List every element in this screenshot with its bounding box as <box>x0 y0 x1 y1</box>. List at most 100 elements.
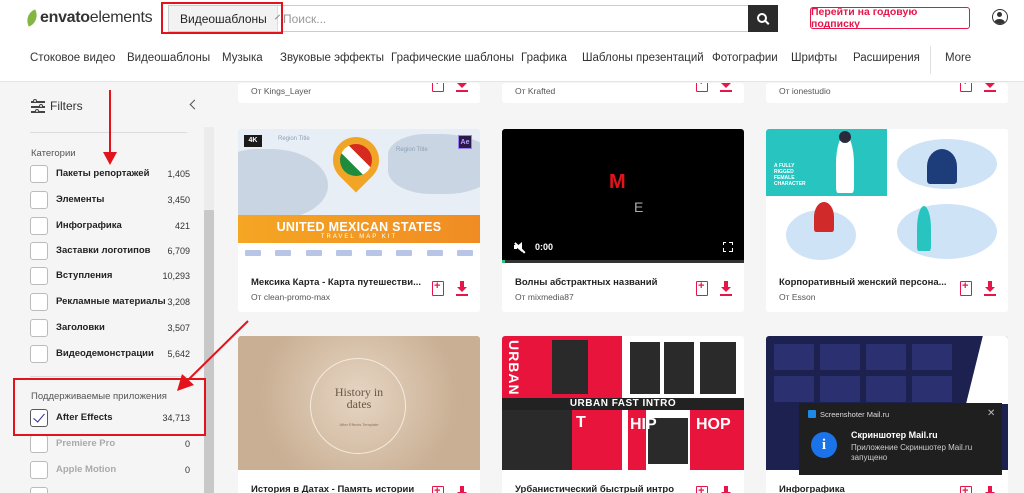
category-dropdown[interactable]: Видеошаблоны <box>169 6 280 31</box>
category-checkbox[interactable] <box>30 217 48 235</box>
category-label: Вступления <box>56 270 113 281</box>
bookmark-icon[interactable] <box>696 280 708 296</box>
card-author[interactable]: От Kings_Layer <box>251 86 311 96</box>
app-checkbox[interactable] <box>30 435 48 453</box>
card-top-row[interactable]: От Kings_Layer <box>238 83 480 103</box>
download-icon[interactable] <box>456 281 468 296</box>
presentation-scene <box>897 204 997 259</box>
download-icon[interactable] <box>456 83 468 92</box>
card-thumbnail[interactable]: A FULLY RIGGED FEMALE CHARACTER <box>766 129 1008 263</box>
card-urban-intro[interactable]: URBAN URBAN FAST INTRO T HIP HOP Урбанис… <box>502 336 744 493</box>
nav-item-music[interactable]: Музыка <box>222 52 263 64</box>
download-icon[interactable] <box>720 83 732 92</box>
card-title[interactable]: Инфографика <box>779 484 845 493</box>
category-filter[interactable]: Вступления 10,293 <box>30 267 190 285</box>
app-filter-apple-motion[interactable]: Apple Motion 0 <box>30 461 190 479</box>
category-checkbox[interactable] <box>30 319 48 337</box>
thumb-panel <box>766 196 887 263</box>
app-filter-premiere-pro[interactable]: Premiere Pro 0 <box>30 435 190 453</box>
card-abstract-titles[interactable]: M E 0:00 Волны абстрактных названий От m… <box>502 129 744 312</box>
category-checkbox[interactable] <box>30 345 48 363</box>
close-icon[interactable]: ✕ <box>987 408 995 419</box>
app-checkbox[interactable] <box>30 461 48 479</box>
bookmark-icon[interactable] <box>432 280 444 296</box>
bookmark-icon[interactable] <box>696 485 708 493</box>
card-thumbnail[interactable]: 4K Region Title Region Title Ae UNITED M… <box>238 129 480 263</box>
search-button[interactable] <box>748 5 778 32</box>
nav-item-photos[interactable]: Фотографии <box>712 52 778 64</box>
category-filter[interactable]: Видеодемонстрации 5,642 <box>30 345 190 363</box>
nav-item-presentation-templates[interactable]: Шаблоны презентаций <box>582 52 704 64</box>
bookmark-icon[interactable] <box>696 83 708 92</box>
nav-item-more[interactable]: More <box>945 52 971 64</box>
thumb-headline: History in dates <box>334 385 384 411</box>
nav-item-graphics[interactable]: Графика <box>521 52 567 64</box>
download-icon[interactable] <box>984 486 996 493</box>
bookmark-icon[interactable] <box>432 83 444 92</box>
app-filter-next[interactable] <box>30 487 190 493</box>
thumb-panel: A FULLY RIGGED FEMALE CHARACTER <box>766 129 887 196</box>
bookmark-icon[interactable] <box>960 83 972 92</box>
card-top-row[interactable]: От ionestudio <box>766 83 1008 103</box>
card-title[interactable]: Мексика Карта - Карта путешестви... <box>251 277 421 288</box>
card-author[interactable]: От Esson <box>779 292 816 302</box>
category-checkbox[interactable] <box>30 191 48 209</box>
download-icon[interactable] <box>984 281 996 296</box>
app-label: Premiere Pro <box>56 438 116 449</box>
card-thumbnail[interactable]: History in dates After Effects Template <box>238 336 480 470</box>
card-title[interactable]: История в Датах - Память истории <box>251 484 414 493</box>
download-icon[interactable] <box>720 486 732 493</box>
category-filter[interactable]: Инфографика 421 <box>30 217 190 235</box>
nav-item-addons[interactable]: Расширения <box>853 52 920 64</box>
bookmark-icon[interactable] <box>432 485 444 493</box>
category-filter[interactable]: Заголовки 3,507 <box>30 319 190 337</box>
category-checkbox[interactable] <box>30 267 48 285</box>
bookmark-icon[interactable] <box>960 485 972 493</box>
card-title[interactable]: Волны абстрактных названий <box>515 277 657 288</box>
nav-item-stock-video[interactable]: Стоковое видео <box>30 52 115 64</box>
nav-item-sound-effects[interactable]: Звуковые эффекты <box>280 52 384 64</box>
bookmark-icon[interactable] <box>960 280 972 296</box>
system-notification[interactable]: Screenshoter Mail.ru ✕ i Скриншотер Mail… <box>799 403 1002 475</box>
character-figure <box>836 135 854 193</box>
card-corporate-female[interactable]: A FULLY RIGGED FEMALE CHARACTER Корпорат… <box>766 129 1008 312</box>
download-icon[interactable] <box>720 281 732 296</box>
annual-subscription-button[interactable]: Перейти на годовую подписку <box>810 6 970 30</box>
category-filter[interactable]: Рекламные материалы 3,208 <box>30 293 190 311</box>
sidebar-divider <box>30 376 187 377</box>
card-title[interactable]: Корпоративный женский персона... <box>779 277 947 288</box>
card-author[interactable]: От Krafted <box>515 86 555 96</box>
character-figure <box>917 206 931 251</box>
card-thumbnail[interactable]: URBAN URBAN FAST INTRO T HIP HOP <box>502 336 744 470</box>
card-author[interactable]: От ionestudio <box>779 86 831 96</box>
app-filter-after-effects[interactable]: After Effects 34,713 <box>30 409 190 427</box>
nav-item-fonts[interactable]: Шрифты <box>791 52 837 64</box>
user-avatar-icon[interactable] <box>992 9 1008 25</box>
category-checkbox[interactable] <box>30 165 48 183</box>
category-filter[interactable]: Элементы 3,450 <box>30 191 190 209</box>
card-author[interactable]: От mixmedia87 <box>515 292 574 302</box>
app-checkbox[interactable] <box>30 487 48 493</box>
card-history-dates[interactable]: History in dates After Effects Template … <box>238 336 480 493</box>
envato-logo[interactable]: envato elements <box>23 9 153 27</box>
card-title[interactable]: Урбанистический быстрый интро <box>515 484 674 493</box>
search-icon <box>757 12 767 23</box>
sidebar-scrollbar-thumb[interactable] <box>204 210 214 493</box>
category-filter[interactable]: Заставки логотипов 6,709 <box>30 242 190 260</box>
card-mexico-map[interactable]: 4K Region Title Region Title Ae UNITED M… <box>238 129 480 312</box>
category-filter[interactable]: Пакеты репортажей 1,405 <box>30 165 190 183</box>
card-author[interactable]: От clean-promo-max <box>251 292 330 302</box>
search-input[interactable] <box>283 9 733 28</box>
download-icon[interactable] <box>456 486 468 493</box>
collapse-sidebar-chevron-icon[interactable] <box>189 99 200 110</box>
category-checkbox[interactable] <box>30 242 48 260</box>
download-icon[interactable] <box>984 83 996 92</box>
video-progress-bar[interactable] <box>502 260 744 263</box>
app-checkbox-checked[interactable] <box>30 409 48 427</box>
nav-item-video-templates[interactable]: Видеошаблоны <box>127 52 210 64</box>
category-checkbox[interactable] <box>30 293 48 311</box>
card-video-preview[interactable]: M E 0:00 <box>502 129 744 263</box>
fullscreen-icon[interactable] <box>722 241 733 252</box>
card-top-row[interactable]: От Krafted <box>502 83 744 103</box>
nav-item-graphic-templates[interactable]: Графические шаблоны <box>391 52 514 64</box>
